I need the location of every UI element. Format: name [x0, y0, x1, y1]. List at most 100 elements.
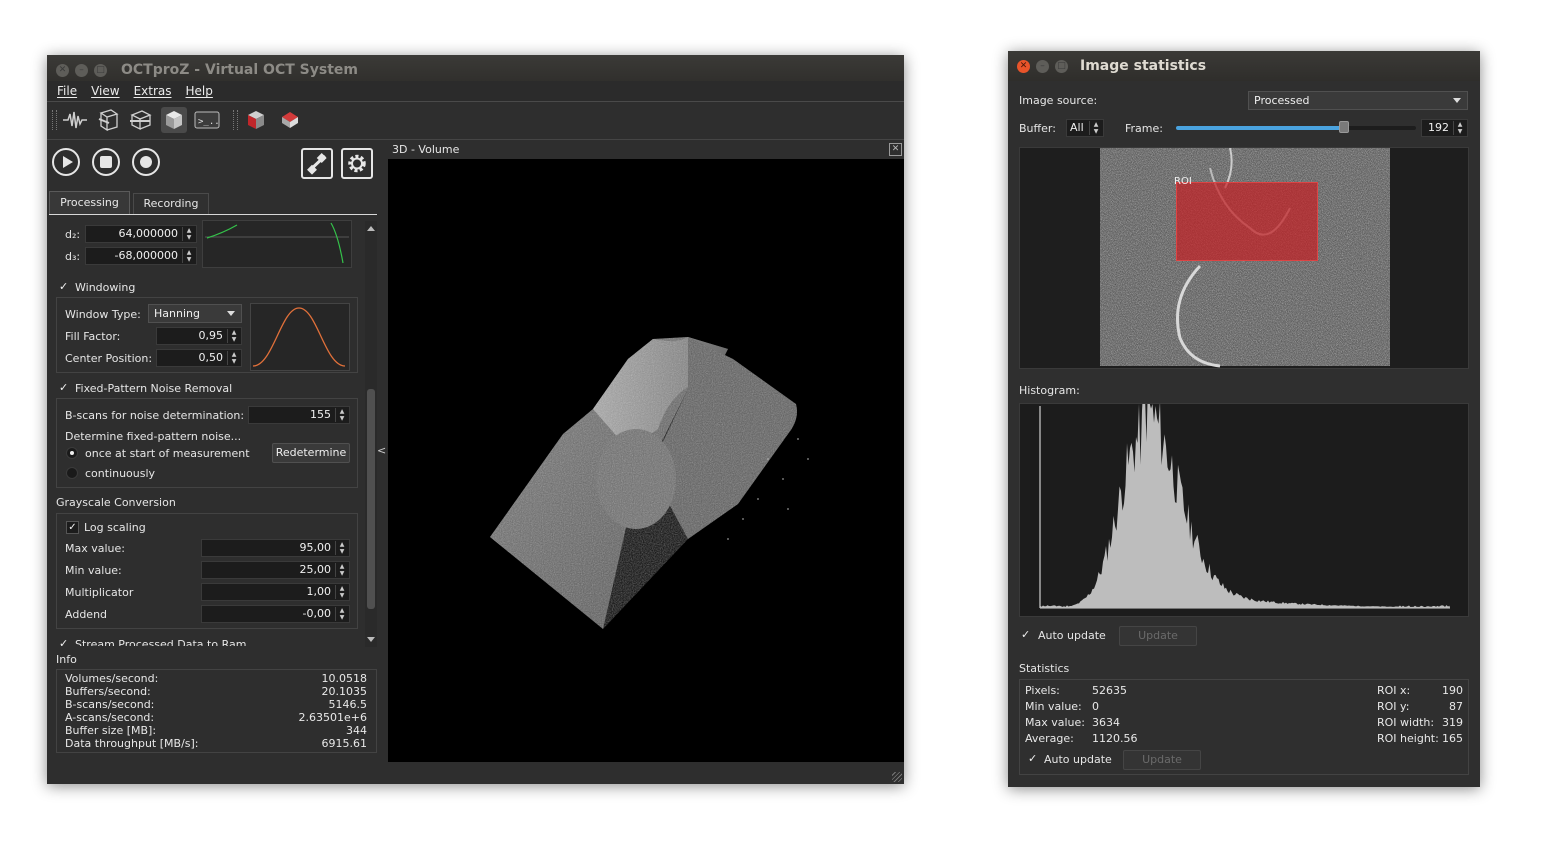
stat-row: ROI width: 319 — [1377, 715, 1463, 731]
window-type-select[interactable]: Hanning — [148, 304, 242, 323]
radio-continuously[interactable] — [66, 467, 78, 479]
center-position-spinbox[interactable]: 0,50 ▲ ▼ — [156, 349, 242, 367]
info-row: Buffers/second: 20.1035 — [65, 685, 367, 698]
scroll-down-icon[interactable] — [367, 637, 375, 642]
histogram-auto-update-label: Auto update — [1038, 629, 1106, 642]
collapse-handle[interactable]: < — [377, 444, 386, 457]
console-icon[interactable]: >_.. — [194, 107, 220, 133]
frame-slider-handle[interactable] — [1339, 121, 1349, 133]
frame-slider[interactable] — [1176, 121, 1416, 133]
statistics-title: Statistics — [1019, 662, 1070, 675]
histogram-label: Histogram: — [1019, 384, 1080, 397]
spin-arrows-icon[interactable]: ▲ ▼ — [182, 249, 195, 263]
spin-arrows-icon[interactable]: ▲ ▼ — [1453, 121, 1466, 135]
stat-label: ROI width: — [1377, 716, 1435, 729]
stats-update-button[interactable]: Update — [1123, 750, 1201, 770]
panel-scrollbar[interactable] — [365, 221, 377, 647]
stat-row: ROI y: 87 — [1377, 699, 1463, 715]
resize-grip-icon[interactable] — [892, 772, 902, 782]
histogram-update-button[interactable]: Update — [1119, 626, 1197, 646]
log-scaling-checkbox[interactable]: ✓ — [66, 521, 79, 534]
close-icon[interactable]: ✕ — [56, 63, 69, 77]
stat-value: 190 — [1442, 684, 1463, 697]
d3-label: d₃: — [65, 250, 81, 263]
minimize-icon[interactable]: – — [75, 63, 88, 77]
record-icon[interactable] — [132, 148, 160, 176]
maximize-icon[interactable]: □ — [94, 63, 107, 77]
signal-plot-icon[interactable] — [62, 107, 88, 133]
stat-label: Pixels: — [1025, 684, 1060, 697]
settings-gear-icon[interactable] — [341, 148, 373, 179]
spin-arrows-icon[interactable]: ▲ ▼ — [335, 607, 348, 621]
scroll-up-icon[interactable] — [367, 226, 375, 231]
menu-extras[interactable]: Extras — [134, 84, 172, 98]
menubar: File View Extras Help — [47, 81, 904, 101]
buffer-spinbox[interactable]: All ▲ ▼ — [1066, 119, 1104, 137]
stat-row: Min value: 0 — [1025, 699, 1225, 715]
extension-red-icon[interactable] — [277, 107, 303, 133]
radio-once[interactable] — [66, 447, 78, 459]
fill-factor-label: Fill Factor: — [65, 330, 121, 343]
spin-arrows-icon[interactable]: ▲ ▼ — [1089, 121, 1102, 135]
spin-arrows-icon[interactable]: ▲ ▼ — [227, 329, 240, 343]
stat-value: 165 — [1442, 732, 1463, 745]
bscan-icon[interactable] — [95, 107, 121, 133]
oct-volume-render — [490, 337, 809, 629]
spin-arrows-icon[interactable]: ▲ ▼ — [227, 351, 240, 365]
spin-arrows-icon[interactable]: ▲ ▼ — [335, 408, 348, 422]
multiplicator-spinbox[interactable]: 1,00 ▲ ▼ — [201, 583, 350, 601]
stat-value: 1120.56 — [1092, 732, 1138, 745]
d3-spinbox[interactable]: -68,000000 ▲ ▼ — [85, 247, 197, 265]
addend-spinbox[interactable]: -0,00 ▲ ▼ — [201, 605, 350, 623]
info-row-label: Data throughput [MB/s]: — [65, 737, 199, 750]
volume-render-view[interactable] — [388, 159, 904, 762]
redetermine-button[interactable]: Redetermine — [272, 443, 350, 463]
stat-value: 0 — [1092, 700, 1099, 713]
bscan-image-view[interactable]: ROI — [1019, 147, 1469, 369]
menu-help[interactable]: Help — [186, 84, 213, 98]
d2-spinbox[interactable]: 64,000000 ▲ ▼ — [85, 225, 197, 243]
close-view-icon[interactable]: ✕ — [889, 143, 902, 156]
scroll-thumb[interactable] — [367, 389, 375, 609]
minimize-icon[interactable]: – — [1036, 59, 1049, 73]
tab-recording[interactable]: Recording — [133, 193, 209, 214]
fixed-pattern-checkbox[interactable]: ✓ — [59, 382, 70, 393]
addend-label: Addend — [65, 608, 108, 621]
stream-checkbox[interactable]: ✓ — [59, 638, 70, 646]
multiplicator-label: Multiplicator — [65, 586, 134, 599]
spin-arrows-icon[interactable]: ▲ ▼ — [335, 585, 348, 599]
info-row-value: 2.63501e+6 — [298, 711, 367, 724]
stat-value: 87 — [1449, 700, 1463, 713]
roi-rectangle[interactable] — [1176, 182, 1318, 261]
stats-auto-update-checkbox[interactable]: ✓ — [1028, 753, 1039, 764]
menu-file[interactable]: File — [57, 84, 77, 98]
maximize-icon[interactable]: □ — [1055, 59, 1068, 73]
system-connect-icon[interactable] — [301, 148, 333, 179]
spin-arrows-icon[interactable]: ▲ ▼ — [335, 563, 348, 577]
histogram-auto-update-checkbox[interactable]: ✓ — [1021, 629, 1032, 640]
stat-value: 319 — [1442, 716, 1463, 729]
volume-icon[interactable] — [161, 107, 187, 133]
play-icon[interactable] — [52, 148, 80, 176]
stop-icon[interactable] — [92, 148, 120, 176]
spin-arrows-icon[interactable]: ▲ ▼ — [182, 227, 195, 241]
d3-value: -68,000000 — [114, 249, 178, 262]
menu-view[interactable]: View — [91, 84, 119, 98]
stats-titlebar[interactable]: ✕ – □ Image statistics — [1008, 51, 1480, 81]
windowing-checkbox[interactable]: ✓ — [59, 281, 70, 292]
close-icon[interactable]: ✕ — [1017, 59, 1030, 73]
frame-spinbox[interactable]: 192 ▲ ▼ — [1421, 119, 1468, 137]
stat-row: Average: 1120.56 — [1025, 731, 1225, 747]
max-value-spinbox[interactable]: 95,00 ▲ ▼ — [201, 539, 350, 557]
image-source-select[interactable]: Processed — [1248, 91, 1468, 110]
bscans-spinbox[interactable]: 155 ▲ ▼ — [248, 406, 350, 424]
enface-icon[interactable] — [128, 107, 154, 133]
bscans-value: 155 — [310, 408, 331, 421]
toolbar-separator-line — [47, 139, 904, 140]
volume-view-title: 3D - Volume — [392, 143, 460, 156]
extension-icon[interactable] — [243, 107, 269, 133]
min-value-spinbox[interactable]: 25,00 ▲ ▼ — [201, 561, 350, 579]
spin-arrows-icon[interactable]: ▲ ▼ — [335, 541, 348, 555]
tab-processing[interactable]: Processing — [49, 191, 130, 214]
fill-factor-spinbox[interactable]: 0,95 ▲ ▼ — [156, 327, 242, 345]
